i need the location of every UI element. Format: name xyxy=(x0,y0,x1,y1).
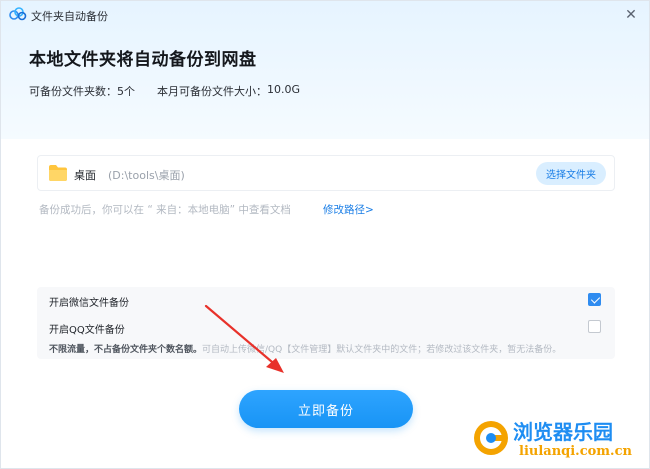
qq-backup-row[interactable]: 开启QQ文件备份 xyxy=(49,317,603,337)
size-label: 本月可备份文件大小： xyxy=(157,85,267,98)
qq-backup-label: 开启QQ文件备份 xyxy=(49,325,125,336)
folder-icon xyxy=(49,165,67,181)
site-watermark: 浏览器乐园 liulanqi.com.cn xyxy=(471,414,643,462)
description-highlight: 不限流量，不占备份文件夹个数名额。 xyxy=(49,345,203,355)
window-title: 文件夹自动备份 xyxy=(31,10,108,23)
choose-folder-button[interactable]: 选择文件夹 xyxy=(536,162,606,185)
edit-path-link[interactable]: 修改路径> xyxy=(323,202,374,217)
watermark-logo-icon xyxy=(474,421,508,455)
wechat-backup-label: 开启微信文件备份 xyxy=(49,298,129,309)
cloud-logo-icon xyxy=(9,7,27,21)
chat-backup-options: 开启微信文件备份 开启QQ文件备份 不限流量，不占备份文件夹个数名额。可自动上传… xyxy=(37,287,615,359)
close-icon: ✕ xyxy=(625,7,637,23)
size-value: 10.0G xyxy=(267,83,301,96)
folder-count-stat: 可备份文件夹数： 5个 xyxy=(29,83,135,99)
backup-dialog: 文件夹自动备份 ✕ 本地文件夹将自动备份到网盘 可备份文件夹数： 5个 本月可备… xyxy=(0,0,650,469)
watermark-url: liulanqi.com.cn xyxy=(519,444,632,459)
backup-hint: 备份成功后，你可以在 “ 来自：本地电脑” 中查看文档 xyxy=(39,204,291,216)
folder-path: (D:\tools\桌面) xyxy=(108,169,185,182)
chat-backup-description: 不限流量，不占备份文件夹个数名额。可自动上传微信/QQ【文件管理】默认文件夹中的… xyxy=(49,342,561,355)
title-bar: 文件夹自动备份 ✕ xyxy=(1,1,649,29)
folder-name: 桌面 xyxy=(74,169,96,182)
folder-card: 桌面 (D:\tools\桌面) 选择文件夹 xyxy=(37,155,615,191)
watermark-brand: 浏览器乐园 xyxy=(513,420,613,444)
size-stat: 本月可备份文件大小： 10.0G xyxy=(157,83,300,99)
wechat-backup-checkbox[interactable] xyxy=(588,293,601,306)
folder-count-label: 可备份文件夹数： xyxy=(29,85,117,98)
backup-now-button[interactable]: 立即备份 xyxy=(239,390,413,428)
red-arrow-annotation xyxy=(204,304,284,373)
qq-backup-checkbox[interactable] xyxy=(588,320,601,333)
quota-stats: 可备份文件夹数： 5个 本月可备份文件大小： 10.0G xyxy=(29,83,300,99)
close-button[interactable]: ✕ xyxy=(621,5,641,25)
wechat-backup-row[interactable]: 开启微信文件备份 xyxy=(49,290,603,310)
folder-count-value: 5个 xyxy=(117,85,135,98)
page-title: 本地文件夹将自动备份到网盘 xyxy=(29,50,257,70)
